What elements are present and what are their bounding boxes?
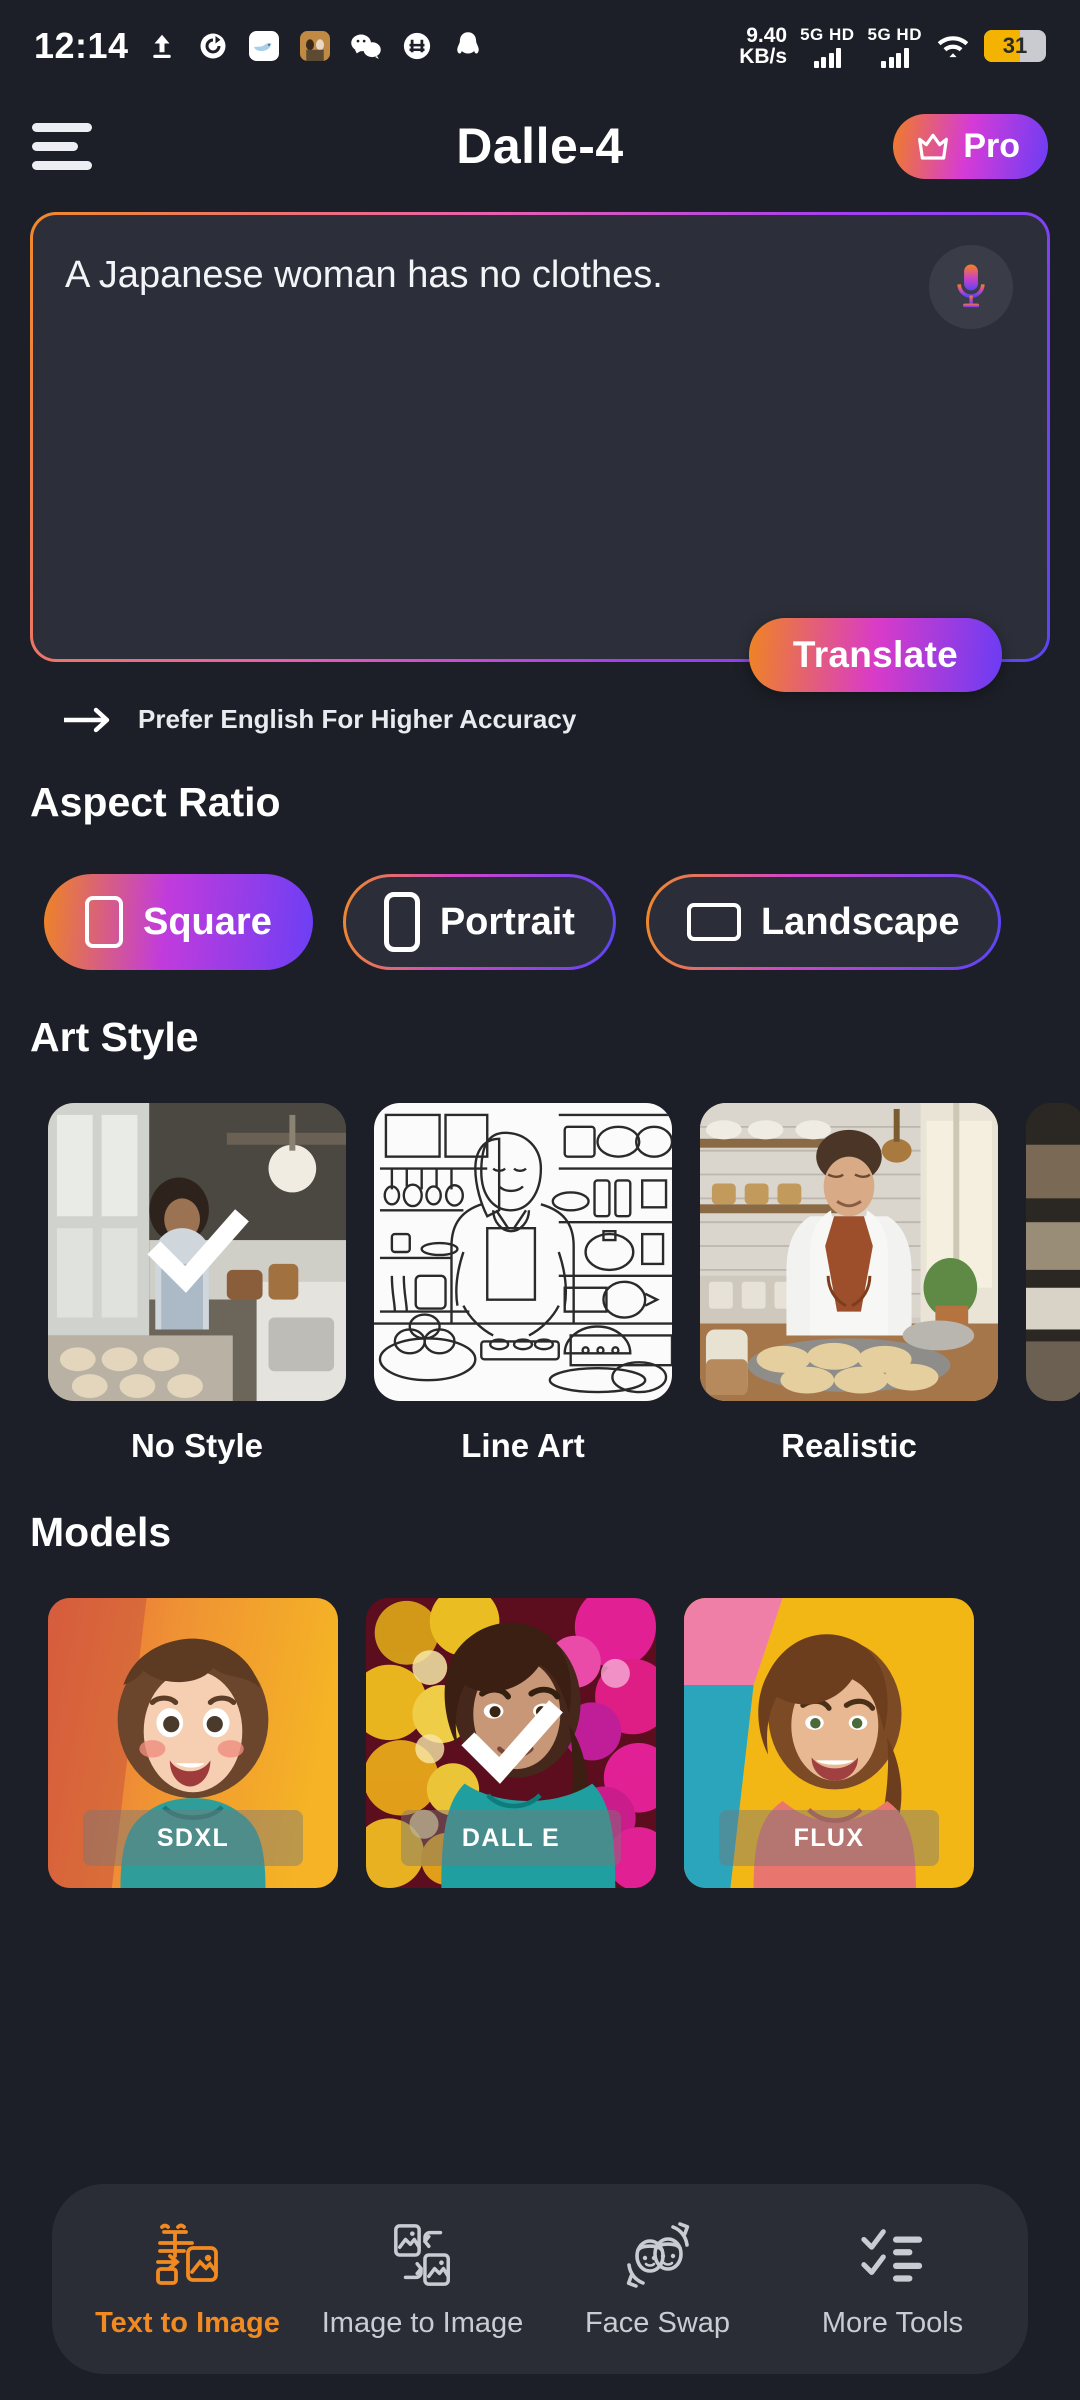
nav-item-text-to-image[interactable]: Text to Image (73, 2219, 303, 2340)
prompt-section: A Japanese woman has no clothes. Transla… (30, 212, 1050, 735)
aspect-ratio-option-portrait[interactable]: Portrait (342, 874, 616, 970)
aspect-ratio-label: Landscape (760, 900, 960, 943)
whale-app-icon (246, 28, 282, 64)
model-label: FLUX (719, 1810, 939, 1866)
aspect-ratio-options[interactable]: Square Portrait Landscape (0, 826, 1080, 970)
aspect-ratio-label: Portrait (439, 900, 575, 943)
models-options[interactable]: SDXL DALL E FLUX (0, 1556, 1080, 1888)
bottom-navigation: Text to Image Image to Image Face Swap M… (52, 2184, 1028, 2374)
art-style-option-partial[interactable] (1026, 1103, 1080, 1465)
art-style-option-realistic[interactable]: Realistic (700, 1103, 998, 1465)
status-bar: 12:14 9.40 KB/s 5G HD 5G HD 31 (0, 0, 1080, 92)
wechat-icon (348, 28, 384, 64)
battery-indicator: 31 (984, 30, 1046, 62)
nav-item-face-swap[interactable]: Face Swap (543, 2219, 773, 2340)
art-style-label: Line Art (461, 1427, 585, 1464)
art-style-title: Art Style (30, 1014, 199, 1060)
art-style-thumbnail (48, 1103, 346, 1401)
art-style-option-line-art[interactable]: Line Art (374, 1103, 672, 1465)
model-option-flux[interactable]: FLUX (684, 1598, 974, 1888)
sim2-bars (881, 47, 909, 68)
hamburger-menu-icon[interactable] (32, 118, 102, 174)
sim1-bars (813, 47, 842, 68)
prompt-input[interactable]: A Japanese woman has no clothes. (33, 215, 1047, 659)
art-style-thumbnail (1026, 1103, 1080, 1401)
sim1-signal: 5G HD (800, 25, 854, 68)
crown-icon (918, 133, 949, 160)
models-title: Models (30, 1509, 172, 1555)
model-option-dall-e[interactable]: DALL E (366, 1598, 656, 1888)
art-style-thumbnail (374, 1103, 672, 1401)
prompt-hint-label: Prefer English For Higher Accuracy (138, 704, 577, 734)
model-option-sdxl[interactable]: SDXL (48, 1598, 338, 1888)
text-to-image-icon (152, 2219, 224, 2291)
selected-check-icon (147, 1209, 249, 1293)
art-style-options[interactable]: No Style Line Art Realistic (0, 1061, 1080, 1465)
status-bar-right: 9.40 KB/s 5G HD 5G HD 31 (739, 23, 1046, 68)
pro-label: Pro (963, 126, 1020, 165)
network-speed: 9.40 KB/s (739, 23, 788, 68)
network-speed-value: 9.40 (746, 23, 788, 47)
prompt-hint: Prefer English For Higher Accuracy (64, 704, 1050, 735)
arrow-right-icon (64, 707, 110, 732)
prompt-input-border: A Japanese woman has no clothes. Transla… (30, 212, 1050, 692)
sim2-signal: 5G HD (868, 25, 922, 68)
square-ratio-icon (85, 896, 123, 948)
landscape-ratio-icon (686, 903, 741, 941)
nav-item-image-to-image[interactable]: Image to Image (308, 2219, 538, 2340)
status-bar-clock: 12:14 (34, 25, 129, 66)
art-style-thumbnail (700, 1103, 998, 1401)
status-bar-left: 12:14 (34, 25, 486, 67)
wifi-icon (935, 28, 971, 64)
model-label: SDXL (83, 1810, 303, 1866)
nav-label: Image to Image (321, 2306, 524, 2339)
nav-item-more-tools[interactable]: More Tools (778, 2219, 1008, 2340)
app-screen: 12:14 9.40 KB/s 5G HD 5G HD 31 Dalle-4 P… (0, 0, 1080, 2400)
art-style-label: Realistic (781, 1427, 917, 1464)
model-label: DALL E (401, 1810, 621, 1866)
aspect-ratio-title: Aspect Ratio (30, 779, 281, 825)
refresh-app-icon (195, 28, 231, 64)
alipay-icon (399, 28, 435, 64)
network-speed-unit: KB/s (739, 45, 788, 68)
nav-label: More Tools (821, 2306, 964, 2339)
qq-icon (450, 28, 486, 64)
sim2-label: 5G HD (867, 24, 922, 44)
art-style-option-no-style[interactable]: No Style (48, 1103, 346, 1465)
prompt-text: A Japanese woman has no clothes. (65, 254, 663, 296)
translate-button[interactable]: Translate (748, 618, 1002, 692)
app-header: Dalle-4 Pro (0, 92, 1080, 200)
portrait-ratio-icon (383, 892, 420, 952)
image-to-image-icon (390, 2219, 456, 2291)
face-swap-icon (624, 2219, 692, 2291)
upload-icon (144, 28, 180, 64)
microphone-icon[interactable] (929, 245, 1013, 329)
selected-check-icon (461, 1700, 563, 1784)
battery-percent: 31 (1002, 33, 1028, 58)
nav-label: Face Swap (584, 2306, 731, 2339)
aspect-ratio-label: Square (143, 900, 272, 943)
pro-button[interactable]: Pro (893, 113, 1048, 179)
nav-label: Text to Image (95, 2306, 280, 2339)
more-tools-icon (860, 2219, 926, 2291)
aspect-ratio-option-landscape[interactable]: Landscape (645, 874, 1001, 970)
sim1-label: 5G HD (800, 24, 855, 44)
art-style-label: No Style (130, 1427, 264, 1464)
aspect-ratio-option-square[interactable]: Square (44, 874, 313, 970)
photo-app-icon (297, 28, 333, 64)
